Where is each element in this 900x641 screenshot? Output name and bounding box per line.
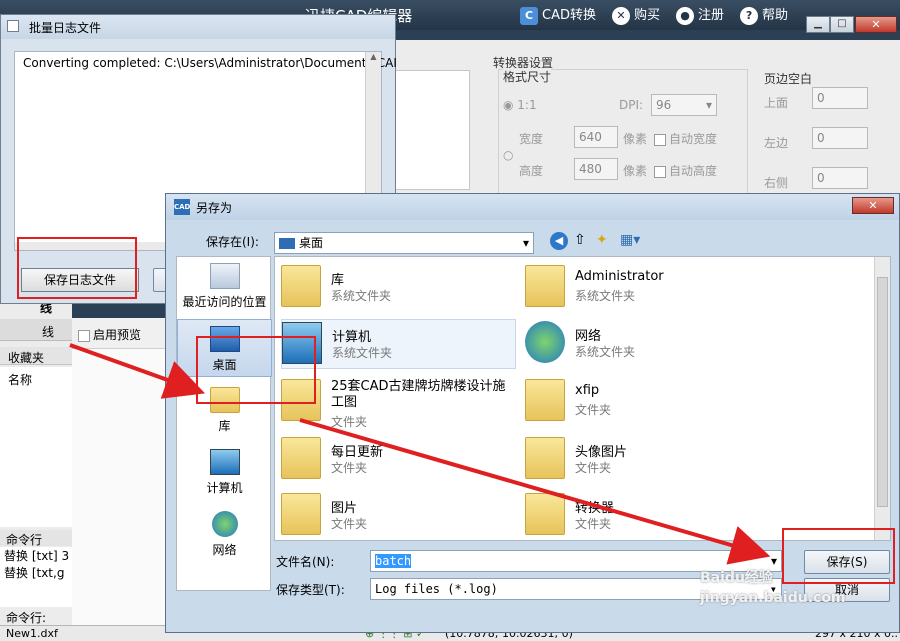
watermark: Baidu经验 jingyan.baidu.com <box>700 570 846 606</box>
arrow-to-desktop <box>69 343 206 399</box>
arrow-to-save <box>299 418 771 565</box>
annotation-arrows <box>69 343 771 565</box>
